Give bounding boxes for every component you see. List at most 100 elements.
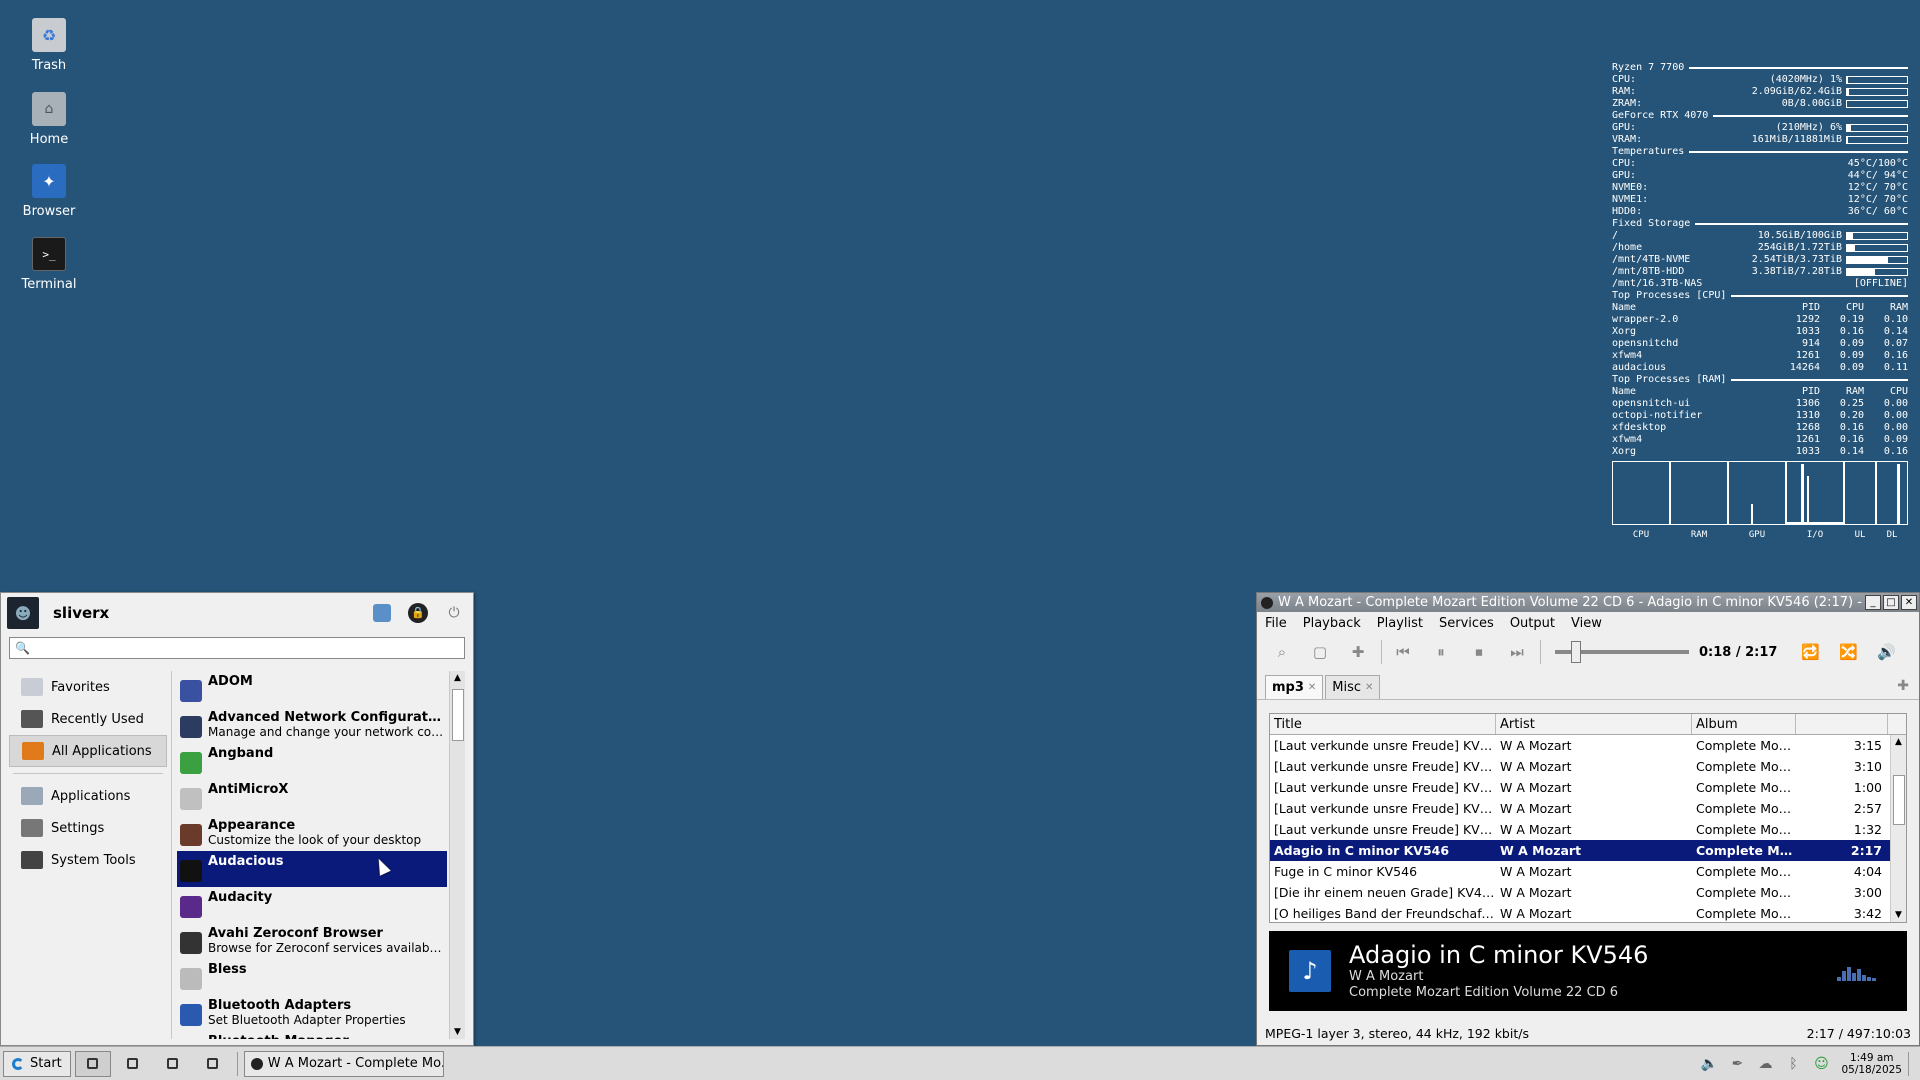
process-row: xfwm4 1261 0.16 0.09 bbox=[1612, 434, 1908, 445]
app-item-audacity[interactable]: Audacity bbox=[177, 887, 447, 923]
clock[interactable]: 1:49 am 05/18/2025 bbox=[1841, 1052, 1902, 1076]
app-item-bluetooth-manager[interactable]: Bluetooth Manager bbox=[177, 1031, 447, 1039]
stop-button[interactable]: ⏹ bbox=[1464, 639, 1494, 665]
bluetooth-icon[interactable]: ᛒ bbox=[1779, 1052, 1807, 1076]
workspace-1[interactable] bbox=[74, 1050, 111, 1077]
seek-slider[interactable] bbox=[1555, 641, 1689, 663]
temp-row: NVME0: 12°C/ 70°C bbox=[1612, 182, 1908, 193]
workspace-2[interactable] bbox=[115, 1051, 151, 1077]
scroll-thumb[interactable] bbox=[1893, 775, 1905, 825]
now-playing-artist: W A Mozart bbox=[1349, 969, 1424, 984]
window-titlebar[interactable]: W A Mozart - Complete Mozart Edition Vol… bbox=[1257, 593, 1919, 612]
app-item-bluetooth-adapters[interactable]: Bluetooth Adapters Set Bluetooth Adapter … bbox=[177, 995, 447, 1031]
start-button[interactable]: Start bbox=[3, 1050, 71, 1077]
scroll-up-arrow-icon[interactable]: ▲ bbox=[1891, 737, 1906, 747]
search-input[interactable] bbox=[33, 639, 464, 657]
category-recently-used[interactable]: Recently Used bbox=[9, 703, 167, 735]
add-files-button[interactable]: ✚ bbox=[1343, 639, 1373, 665]
menu-playback[interactable]: Playback bbox=[1303, 616, 1361, 631]
column-length[interactable] bbox=[1796, 714, 1888, 734]
desktop-icon-terminal[interactable]: >_ Terminal bbox=[14, 237, 84, 292]
seek-slider-handle[interactable] bbox=[1571, 641, 1582, 663]
menu-playlist[interactable]: Playlist bbox=[1377, 616, 1423, 631]
desktop-icon-trash[interactable]: ♻ Trash bbox=[14, 18, 84, 73]
column-title[interactable]: Title bbox=[1270, 714, 1496, 734]
show-desktop-button[interactable] bbox=[1908, 1051, 1918, 1076]
workspace-4[interactable] bbox=[195, 1051, 231, 1077]
scroll-down-arrow-icon[interactable]: ▼ bbox=[450, 1025, 465, 1039]
playlist-row[interactable]: [Die ihr einem neuen Grade] KV468 W A Moz… bbox=[1270, 882, 1906, 903]
playlist-row[interactable]: Adagio in C minor KV546 W A Mozart Complet… bbox=[1270, 840, 1906, 861]
app-item-avahi-zeroconf-browser[interactable]: Avahi Zeroconf Browser Browse for Zerocon… bbox=[177, 923, 447, 959]
playlist-row[interactable]: [Laut verkunde unsre Freude] KV62... W A … bbox=[1270, 777, 1906, 798]
category-system-tools[interactable]: System Tools bbox=[9, 844, 167, 876]
taskbar-window-button[interactable]: W A Mozart - Complete Mo... bbox=[243, 1050, 444, 1077]
network-cloud-icon[interactable]: ☁ bbox=[1751, 1052, 1779, 1076]
repeat-button[interactable]: 🔁 bbox=[1795, 639, 1825, 665]
desktop-icon-browser[interactable]: ✦ Browser bbox=[14, 164, 84, 219]
scroll-thumb[interactable] bbox=[452, 689, 464, 741]
repeat-icon: 🔁 bbox=[1801, 643, 1820, 661]
category-settings[interactable]: Settings bbox=[9, 812, 167, 844]
audacious-icon bbox=[180, 860, 202, 882]
volume-icon[interactable]: 🔈 bbox=[1695, 1052, 1723, 1076]
next-button[interactable]: ⏭ bbox=[1502, 639, 1532, 665]
open-files-button[interactable]: ▢ bbox=[1305, 639, 1335, 665]
app-item-appearance[interactable]: Appearance Customize the look of your des… bbox=[177, 815, 447, 851]
playlist-tab-mp3[interactable]: mp3 ✕ bbox=[1265, 675, 1324, 699]
playlist-row[interactable]: [Laut verkunde unsre Freude] KV62... W A … bbox=[1270, 735, 1906, 756]
close-tab-icon[interactable]: ✕ bbox=[1308, 682, 1316, 693]
maximize-button[interactable]: □ bbox=[1883, 595, 1899, 610]
scroll-down-arrow-icon[interactable]: ▼ bbox=[1891, 910, 1906, 920]
app-item-audacious[interactable]: Audacious bbox=[177, 851, 447, 887]
category-list: Favorites Recently Used All Applications Ap… bbox=[9, 671, 167, 876]
app-item-antimicrox[interactable]: AntiMicroX bbox=[177, 779, 447, 815]
column-artist[interactable]: Artist bbox=[1496, 714, 1692, 734]
playlist-row[interactable]: [O heiliges Band der Freundschaft tr... W… bbox=[1270, 903, 1906, 922]
lock-screen-button[interactable]: 🔒 bbox=[405, 600, 431, 626]
column-album[interactable]: Album bbox=[1692, 714, 1796, 734]
close-tab-icon[interactable]: ✕ bbox=[1365, 682, 1373, 693]
settings-manager-button[interactable] bbox=[369, 600, 395, 626]
app-name: Angband bbox=[208, 746, 274, 761]
desktop-icon-home[interactable]: ⌂ Home bbox=[14, 92, 84, 147]
player-toolbar: ⌕ ▢ ✚ ⏮ ⏸ ⏹ ⏭ 0:18 / 2:17 🔁 🔀 🔊 bbox=[1257, 634, 1919, 670]
applications-gear-icon bbox=[21, 787, 43, 805]
menu-services[interactable]: Services bbox=[1439, 616, 1494, 631]
volume-button[interactable]: 🔊 bbox=[1871, 639, 1901, 665]
menu-file[interactable]: File bbox=[1265, 616, 1287, 631]
app-list-scrollbar[interactable]: ▲ ▼ bbox=[449, 671, 465, 1039]
opensnitch-icon[interactable]: ✒ bbox=[1723, 1052, 1751, 1076]
app-item-angband[interactable]: Angband bbox=[177, 743, 447, 779]
app-name: Audacious bbox=[208, 854, 284, 869]
scroll-up-arrow-icon[interactable]: ▲ bbox=[450, 671, 465, 685]
category-applications[interactable]: Applications bbox=[9, 780, 167, 812]
playlist-row[interactable]: [Laut verkunde unsre Freude] KV62... W A … bbox=[1270, 756, 1906, 777]
new-playlist-icon[interactable]: ✚ bbox=[1897, 678, 1909, 694]
category-all-applications[interactable]: All Applications bbox=[9, 735, 167, 767]
category-favorites[interactable]: Favorites bbox=[9, 671, 167, 703]
playlist-row[interactable]: Fuge in C minor KV546 W A Mozart Complete … bbox=[1270, 861, 1906, 882]
playlist-row[interactable]: [Laut verkunde unsre Freude] KV62... W A … bbox=[1270, 819, 1906, 840]
menu-output[interactable]: Output bbox=[1510, 616, 1555, 631]
shuffle-button[interactable]: 🔀 bbox=[1833, 639, 1863, 665]
logout-button[interactable]: ⏻ bbox=[441, 600, 467, 626]
search-box[interactable]: 🔍 bbox=[9, 637, 465, 659]
octopi-notifier-icon[interactable]: ☺ bbox=[1807, 1052, 1835, 1076]
close-button[interactable]: ✕ bbox=[1901, 595, 1917, 610]
gpu-header: GeForce RTX 4070 bbox=[1612, 110, 1908, 122]
menu-view[interactable]: View bbox=[1571, 616, 1602, 631]
app-item-adom[interactable]: ADOM bbox=[177, 671, 447, 707]
playlist-row[interactable]: [Laut verkunde unsre Freude] KV62... W A … bbox=[1270, 798, 1906, 819]
pause-button[interactable]: ⏸ bbox=[1426, 639, 1456, 665]
playlist-scrollbar[interactable]: ▲ ▼ bbox=[1890, 735, 1906, 922]
app-item-advanced-network-configuration[interactable]: Advanced Network Configuration Manage and… bbox=[177, 707, 447, 743]
app-item-bless[interactable]: Bless bbox=[177, 959, 447, 995]
search-library-button[interactable]: ⌕ bbox=[1267, 639, 1297, 665]
adom-icon bbox=[180, 680, 202, 702]
workspace-icon bbox=[127, 1058, 139, 1069]
previous-button[interactable]: ⏮ bbox=[1388, 639, 1418, 665]
workspace-3[interactable] bbox=[155, 1051, 191, 1077]
playlist-tab-misc[interactable]: Misc ✕ bbox=[1325, 675, 1381, 699]
minimize-button[interactable]: _ bbox=[1865, 595, 1881, 610]
